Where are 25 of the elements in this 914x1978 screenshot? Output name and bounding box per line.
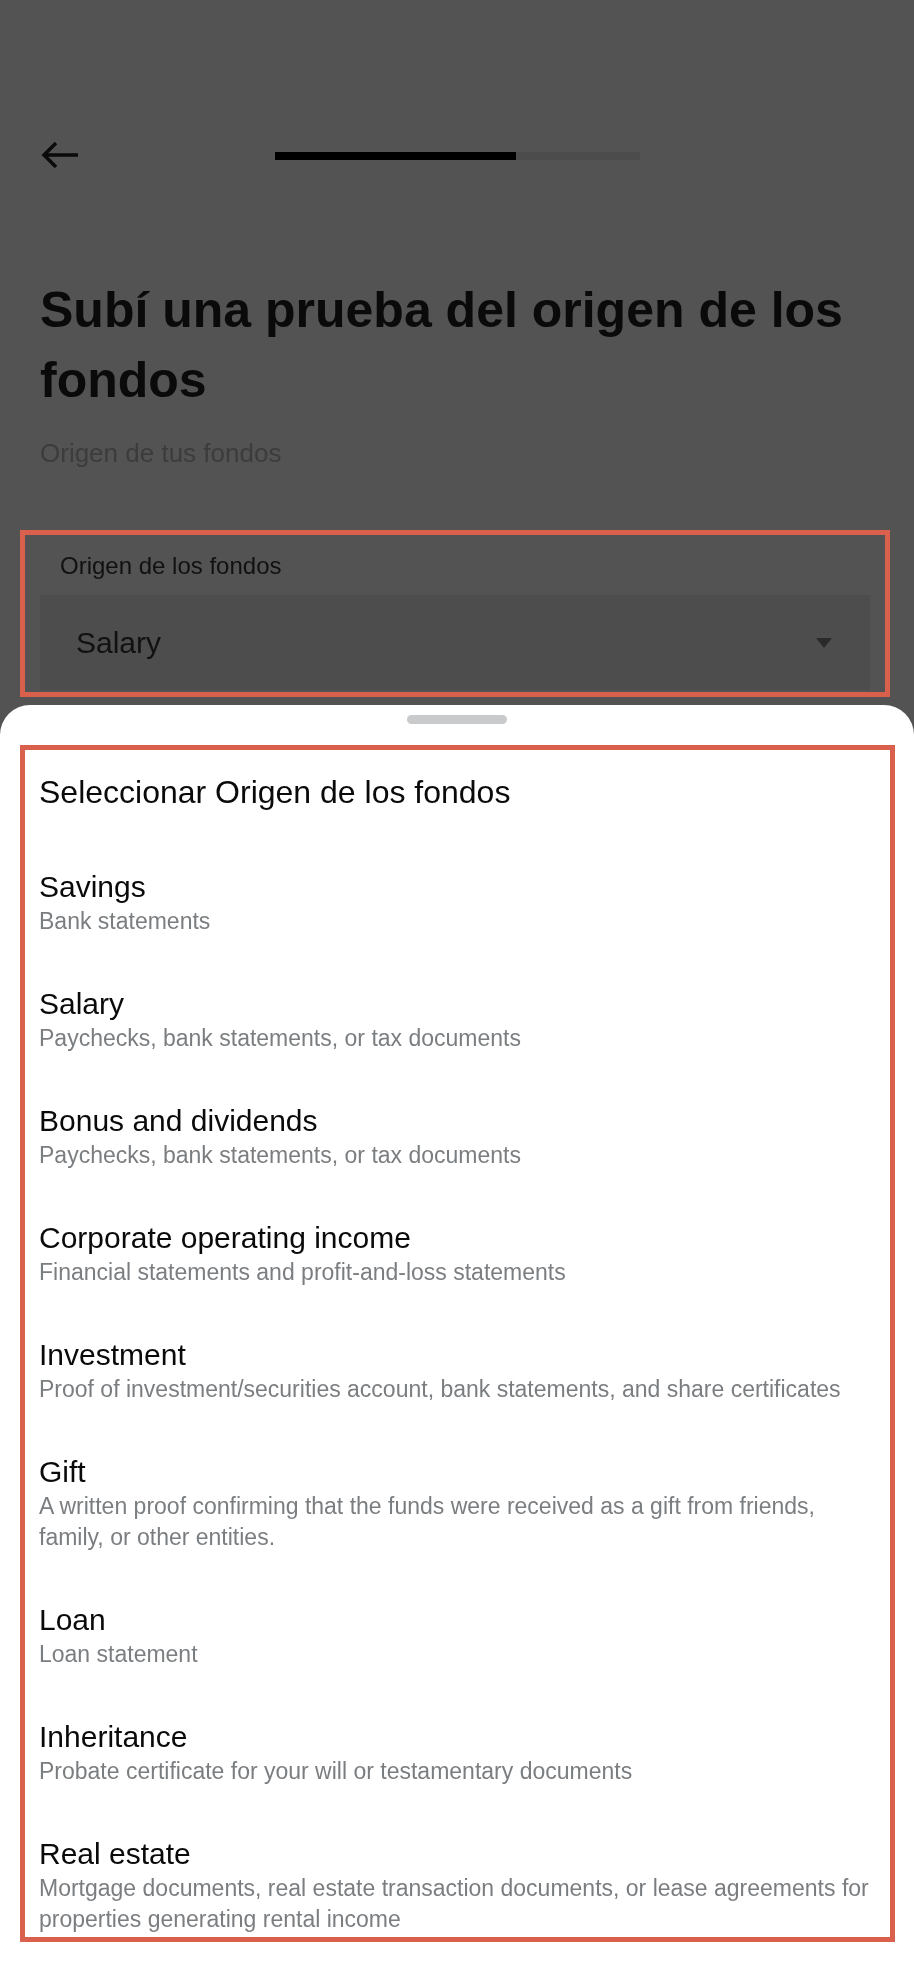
option-description: Proof of investment/securities account, bank statements, and share certificates xyxy=(39,1375,842,1404)
dropdown-value: Salary xyxy=(76,625,162,660)
option-title[interactable]: Inheritance xyxy=(39,1718,876,1756)
page-title: Subí una prueba del origen de los fondos xyxy=(40,281,844,410)
option-description: Paychecks, bank statements, or tax documents xyxy=(39,1024,522,1053)
option-title[interactable]: Savings xyxy=(39,868,876,906)
option-description: Financial statements and profit-and-loss statements xyxy=(39,1258,567,1287)
option-title[interactable]: Gift xyxy=(39,1453,876,1491)
option-description: Mortgage documents, real estate transaction documents, or lease agreements for properties generating rental income xyxy=(39,1874,870,1934)
option-title[interactable]: Loan xyxy=(39,1601,876,1639)
option-title[interactable]: Bonus and dividends xyxy=(39,1102,876,1140)
option-title[interactable]: Salary xyxy=(39,985,876,1023)
option-description: Bank statements xyxy=(39,907,212,936)
caret-icon xyxy=(816,637,832,648)
option-description: Probate certificate for your will or testamentary documents xyxy=(39,1757,634,1786)
field-label: Origen de los fondos xyxy=(60,551,283,581)
sheet-title: Seleccionar Origen de los fondos xyxy=(39,773,512,812)
back-arrow-icon[interactable] xyxy=(40,140,80,170)
option-description: A written proof confirming that the funds were received as a gift from friends, family, or other entities. xyxy=(39,1492,816,1552)
option-title[interactable]: Corporate operating income xyxy=(39,1219,876,1257)
drag-handle[interactable] xyxy=(407,715,507,724)
option-title[interactable]: Real estate xyxy=(39,1835,876,1873)
option-title[interactable]: Investment xyxy=(39,1336,876,1374)
option-description: Paychecks, bank statements, or tax documents xyxy=(39,1141,522,1170)
option-description: Loan statement xyxy=(39,1640,199,1669)
